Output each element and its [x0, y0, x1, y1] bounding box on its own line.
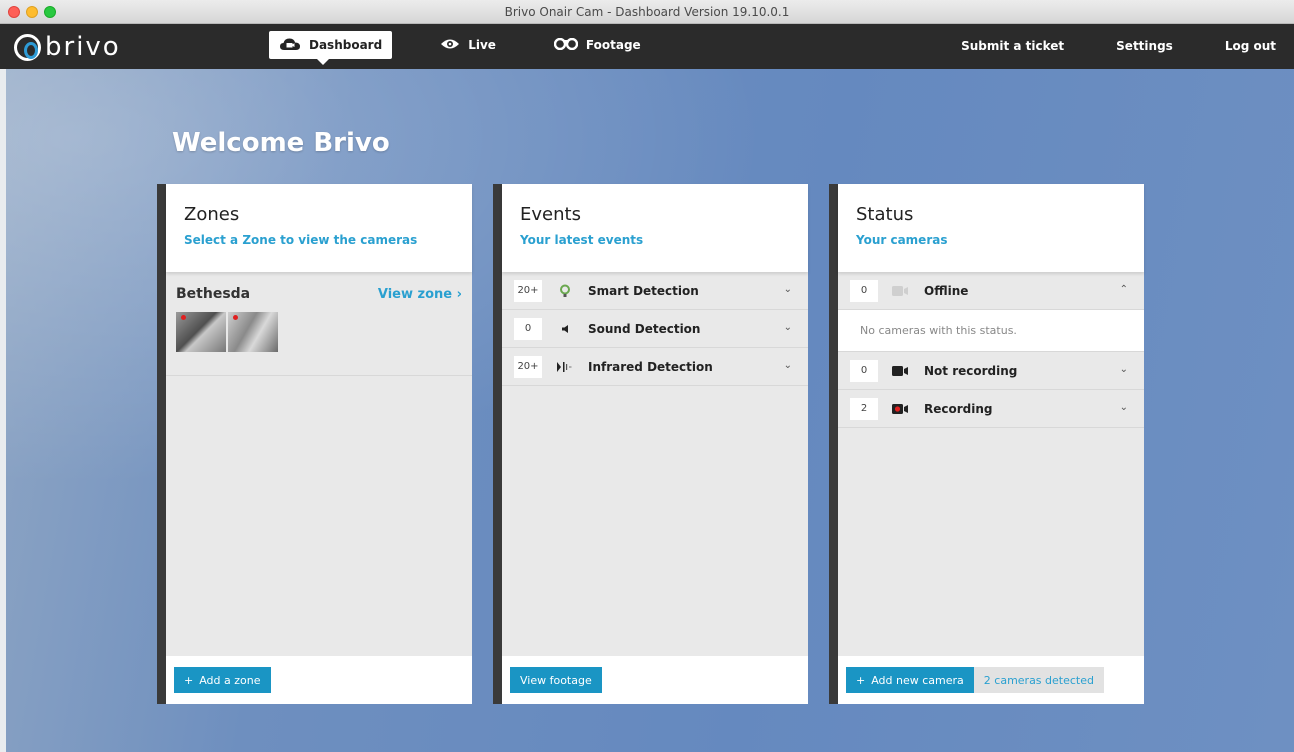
brivo-logo[interactable]: brivo — [14, 32, 121, 62]
add-zone-button[interactable]: + Add a zone — [174, 667, 271, 693]
submit-ticket-link[interactable]: Submit a ticket — [961, 39, 1064, 53]
add-zone-label: Add a zone — [199, 673, 261, 687]
chevron-down-icon[interactable]: ⌄ — [1120, 402, 1128, 413]
window-titlebar: Brivo Onair Cam - Dashboard Version 19.1… — [0, 0, 1294, 24]
status-count: 0 — [850, 359, 878, 382]
status-panel-body: 0 Offline ⌃ No cameras with this status.… — [838, 272, 1144, 656]
minimize-window-button[interactable] — [26, 6, 38, 18]
video-camera-icon — [890, 365, 912, 377]
status-count: 0 — [850, 279, 878, 302]
top-navbar: brivo Dashboard Live Footage Submit a ti… — [0, 24, 1294, 69]
status-subtitle: Your cameras — [856, 233, 948, 247]
camera-offline-icon — [890, 285, 912, 297]
zone-name: Bethesda — [176, 286, 251, 302]
recording-dot-icon — [233, 315, 238, 320]
brivo-logo-mark-icon — [14, 33, 41, 61]
zones-panel-header: Zones Select a Zone to view the cameras — [166, 184, 472, 272]
status-label: Not recording — [924, 363, 1018, 378]
eye-icon — [440, 38, 460, 53]
status-label: Recording — [924, 401, 993, 416]
tab-footage-label: Footage — [585, 38, 641, 52]
chevron-down-icon[interactable]: ⌄ — [784, 284, 792, 295]
status-title: Status — [856, 204, 914, 225]
status-panel-header: Status Your cameras — [838, 184, 1144, 272]
event-row-smart-detection[interactable]: 20+ Smart Detection ⌄ — [502, 272, 808, 310]
zone-item-bethesda[interactable]: Bethesda View zone › — [166, 272, 472, 376]
camera-thumbnail[interactable] — [176, 312, 226, 352]
tab-live[interactable]: Live — [430, 31, 506, 59]
status-label: Offline — [924, 283, 969, 298]
brivo-logo-text: brivo — [45, 32, 121, 62]
maximize-window-button[interactable] — [44, 6, 56, 18]
events-panel-header: Events Your latest events — [502, 184, 808, 272]
add-camera-label: Add new camera — [871, 673, 964, 687]
event-count: 0 — [514, 317, 542, 340]
events-panel-footer: View footage — [502, 656, 808, 704]
status-empty-message: No cameras with this status. — [838, 310, 1144, 352]
event-count: 20+ — [514, 355, 542, 378]
event-label: Infrared Detection — [588, 359, 713, 374]
infrared-icon — [554, 361, 576, 373]
binoculars-icon — [553, 37, 579, 53]
events-panel: Events Your latest events 20+ Smart Dete… — [493, 184, 808, 704]
plus-icon: + — [184, 673, 194, 687]
event-label: Sound Detection — [588, 321, 701, 336]
settings-link[interactable]: Settings — [1116, 39, 1173, 53]
event-row-infrared-detection[interactable]: 20+ Infrared Detection ⌄ — [502, 348, 808, 386]
chevron-down-icon[interactable]: ⌄ — [784, 360, 792, 371]
speaker-icon — [554, 324, 576, 334]
zones-panel-body: Bethesda View zone › — [166, 272, 472, 656]
status-row-offline[interactable]: 0 Offline ⌃ — [838, 272, 1144, 310]
welcome-heading: Welcome Brivo — [172, 128, 390, 158]
events-title: Events — [520, 204, 581, 225]
nav-tabs: Dashboard Live Footage — [269, 31, 651, 65]
window-controls — [8, 6, 56, 18]
zones-title: Zones — [184, 204, 240, 225]
status-panel: Status Your cameras 0 Offline ⌃ No camer… — [829, 184, 1144, 704]
tab-footage[interactable]: Footage — [544, 31, 651, 59]
view-zone-label: View zone — [377, 286, 453, 302]
plus-icon: + — [856, 673, 866, 687]
chevron-up-icon[interactable]: ⌃ — [1120, 284, 1128, 295]
view-footage-button[interactable]: View footage — [510, 667, 602, 693]
tab-dashboard-label: Dashboard — [309, 38, 383, 52]
chevron-down-icon[interactable]: ⌄ — [1120, 364, 1128, 375]
events-panel-body: 20+ Smart Detection ⌄ 0 Sound Detection … — [502, 272, 808, 656]
logout-link[interactable]: Log out — [1225, 39, 1276, 53]
close-window-button[interactable] — [8, 6, 20, 18]
camera-thumbnail[interactable] — [228, 312, 278, 352]
video-camera-recording-icon — [890, 403, 912, 415]
status-row-not-recording[interactable]: 0 Not recording ⌄ — [838, 352, 1144, 390]
tab-live-label: Live — [468, 38, 496, 52]
dashboard-main: Welcome Brivo Zones Select a Zone to vie… — [6, 69, 1294, 752]
status-count: 2 — [850, 397, 878, 420]
view-zone-link[interactable]: View zone › — [378, 287, 462, 302]
cameras-detected-badge[interactable]: 2 cameras detected — [973, 667, 1104, 693]
event-label: Smart Detection — [588, 283, 699, 298]
event-count: 20+ — [514, 279, 542, 302]
chevron-right-icon: › — [456, 286, 462, 302]
zones-subtitle: Select a Zone to view the cameras — [184, 233, 418, 247]
window-title: Brivo Onair Cam - Dashboard Version 19.1… — [504, 4, 790, 19]
event-row-sound-detection[interactable]: 0 Sound Detection ⌄ — [502, 310, 808, 348]
tab-dashboard[interactable]: Dashboard — [269, 31, 393, 65]
view-footage-label: View footage — [520, 673, 592, 687]
recording-dot-icon — [181, 315, 186, 320]
cloud-camera-icon — [279, 37, 301, 54]
status-row-recording[interactable]: 2 Recording ⌄ — [838, 390, 1144, 428]
add-camera-button[interactable]: + Add new camera — [846, 667, 974, 693]
events-subtitle: Your latest events — [520, 233, 644, 247]
nav-right-links: Submit a ticket Settings Log out — [961, 39, 1276, 53]
zones-panel-footer: + Add a zone — [166, 656, 472, 704]
chevron-down-icon[interactable]: ⌄ — [784, 322, 792, 333]
zones-panel: Zones Select a Zone to view the cameras … — [157, 184, 472, 704]
camera-thumbnails — [176, 312, 462, 352]
lightbulb-icon — [554, 284, 576, 298]
status-panel-footer: + Add new camera 2 cameras detected — [838, 656, 1144, 704]
